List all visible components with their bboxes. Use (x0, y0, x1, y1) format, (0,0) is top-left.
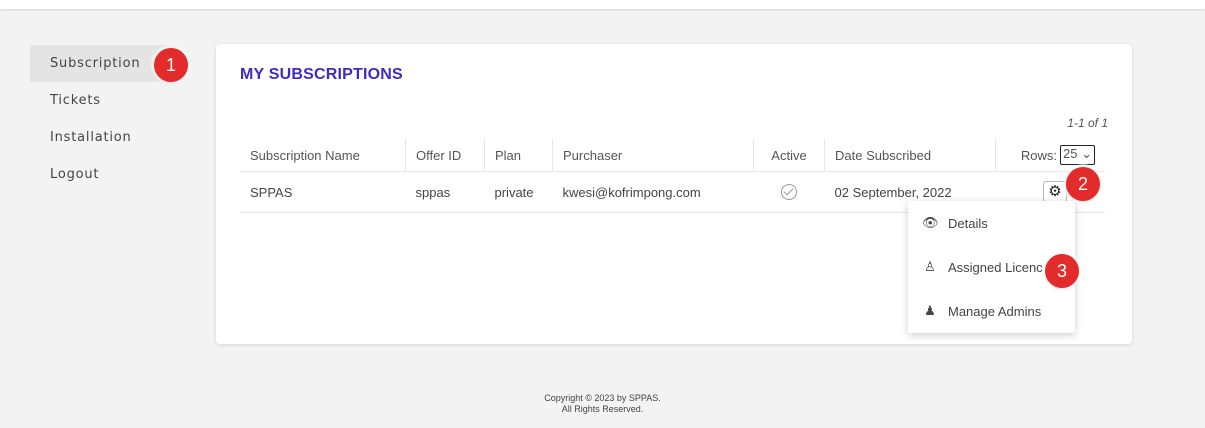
admin-users-icon: ♟ (924, 303, 936, 318)
table-header-row: Subscription Name Offer ID Plan Purchase… (240, 139, 1105, 172)
rows-per-page-value: 25 (1063, 146, 1078, 161)
footer: Copyright © 2023 by SPPAS. All Rights Re… (0, 393, 1205, 415)
rows-label: Rows: (1020, 147, 1057, 163)
user-license-icon: ♙ (924, 259, 936, 274)
sidebar-item-tickets[interactable]: Tickets (30, 82, 190, 119)
menu-item-label: Assigned Licenc (948, 259, 1043, 275)
cell-plan: private (484, 171, 553, 213)
rows-per-page-select[interactable]: 25 ⌄ (1060, 145, 1095, 165)
check-circle-icon (781, 184, 797, 201)
sidebar-item-logout[interactable]: Logout (30, 156, 190, 193)
cell-purchaser: kwesi@kofrimpong.com (552, 171, 754, 213)
column-header-date-subscribed: Date Subscribed (824, 139, 996, 172)
top-bar (0, 0, 1205, 9)
menu-item-label: Manage Admins (948, 303, 1042, 319)
column-header-subscription-name: Subscription Name (240, 139, 406, 172)
column-header-active: Active (753, 139, 825, 172)
cell-subscription-name: SPPAS (240, 171, 406, 213)
cell-offer-id: sppas (405, 171, 485, 213)
column-header-offer-id: Offer ID (405, 139, 485, 172)
chevron-down-icon: ⌄ (1081, 146, 1092, 161)
step-badge-1: 1 (154, 48, 188, 82)
column-header-purchaser: Purchaser (552, 139, 754, 172)
rights-text: All Rights Reserved. (561, 404, 644, 414)
eye-icon: 👁 (922, 215, 939, 230)
rows-per-page-cell: Rows: 25 ⌄ (995, 139, 1105, 172)
cell-active (753, 171, 825, 213)
menu-item-label: Details (948, 215, 988, 231)
sidebar-item-installation[interactable]: Installation (30, 119, 190, 156)
step-badge-3: 3 (1045, 254, 1079, 288)
row-actions-gear-button[interactable]: ⚙ (1043, 181, 1067, 203)
menu-item-details[interactable]: 👁 Details (908, 201, 1075, 245)
page-title: MY SUBSCRIPTIONS (240, 66, 403, 83)
menu-item-manage-admins[interactable]: ♟ Manage Admins (908, 289, 1075, 333)
gear-icon: ⚙ (1048, 183, 1062, 200)
column-header-plan: Plan (484, 139, 553, 172)
step-badge-2: 2 (1066, 167, 1100, 201)
pagination-info: 1-1 of 1 (1067, 116, 1108, 130)
copyright-text: Copyright © 2023 by SPPAS. (544, 393, 661, 403)
